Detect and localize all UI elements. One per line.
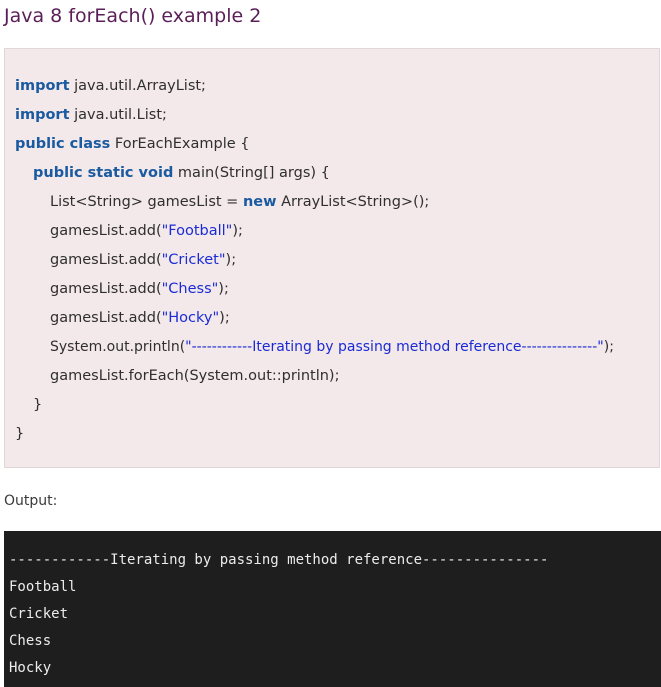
- console-line: ------------Iterating by passing method …: [9, 552, 549, 568]
- code-line-foreach: gamesList.forEach(System.out::println);: [50, 365, 339, 387]
- console-line: Cricket: [9, 606, 69, 622]
- code-line-main-method: public static void main(String[] args) {: [33, 162, 330, 184]
- code-line-add-cricket: gamesList.add("Cricket");: [50, 249, 236, 271]
- code-text: main(String[] args) {: [173, 165, 330, 181]
- string-literal: "------------Iterating by passing method…: [185, 339, 604, 355]
- console-output: ------------Iterating by passing method …: [4, 531, 661, 687]
- code-text: ForEachExample {: [110, 136, 250, 152]
- code-text: java.util.ArrayList;: [69, 78, 206, 94]
- console-line: Football: [9, 579, 77, 595]
- code-line-add-football: gamesList.add("Football");: [50, 220, 243, 242]
- code-text: );: [218, 281, 229, 297]
- code-line-class-declaration: public class ForEachExample {: [15, 133, 250, 155]
- string-literal: "Hocky": [161, 310, 220, 326]
- code-line-add-hocky: gamesList.add("Hocky");: [50, 307, 230, 329]
- code-text: gamesList.add(: [50, 223, 162, 239]
- code-text: gamesList.forEach(System.out::println);: [50, 368, 340, 384]
- code-line-list-declaration: List<String> gamesList = new ArrayList<S…: [50, 191, 429, 213]
- console-line: Hocky: [9, 660, 52, 676]
- keyword: import: [15, 107, 70, 123]
- code-text: gamesList.add(: [50, 310, 162, 326]
- output-label: Output:: [4, 493, 58, 509]
- string-literal: "Chess": [161, 281, 219, 297]
- code-line-close-method: }: [33, 394, 42, 416]
- keyword: import: [15, 78, 70, 94]
- keyword: public static void: [33, 165, 174, 181]
- code-text: System.out.println(: [50, 339, 186, 355]
- keyword: public class: [15, 136, 111, 152]
- code-line-import-list: import java.util.List;: [15, 104, 167, 126]
- code-text: }: [33, 397, 43, 413]
- page-title: Java 8 forEach() example 2: [4, 5, 262, 27]
- code-line-close-class: }: [15, 423, 24, 445]
- code-text: );: [232, 223, 243, 239]
- code-text: java.util.List;: [69, 107, 167, 123]
- string-literal: "Cricket": [161, 252, 226, 268]
- keyword: new: [242, 194, 277, 210]
- code-line-println: System.out.println("------------Iteratin…: [50, 336, 614, 358]
- code-text: );: [219, 310, 230, 326]
- code-line-import-arraylist: import java.util.ArrayList;: [15, 75, 206, 97]
- code-text: );: [603, 339, 614, 355]
- code-text: ArrayList<String>();: [276, 194, 430, 210]
- code-text: gamesList.add(: [50, 281, 162, 297]
- code-line-add-chess: gamesList.add("Chess");: [50, 278, 229, 300]
- code-text: gamesList.add(: [50, 252, 162, 268]
- console-line: Chess: [9, 633, 52, 649]
- code-text: List<String> gamesList =: [50, 194, 243, 210]
- code-text: }: [15, 426, 25, 442]
- code-text: );: [225, 252, 237, 268]
- code-block: import java.util.ArrayList; import java.…: [4, 48, 660, 468]
- string-literal: "Football": [161, 223, 233, 239]
